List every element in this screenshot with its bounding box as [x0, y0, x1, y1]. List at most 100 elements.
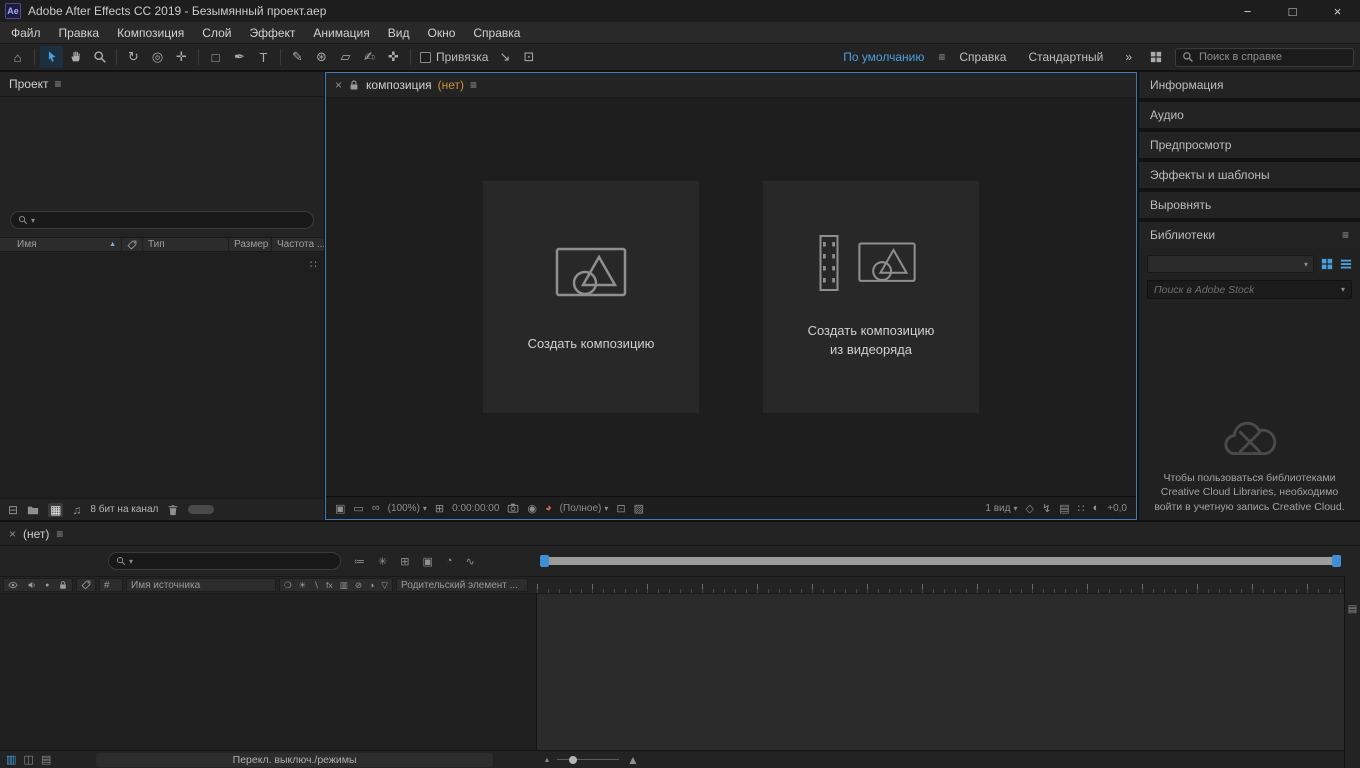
- project-items-list[interactable]: ∷: [0, 252, 324, 498]
- flowchart-button-icon[interactable]: ∷: [1078, 502, 1085, 515]
- project-search-box[interactable]: ▾: [10, 211, 314, 229]
- panel-tab-audio[interactable]: Аудио: [1139, 102, 1360, 128]
- exposure-value[interactable]: +0,0: [1107, 503, 1127, 514]
- workspace-default[interactable]: По умолчанию: [833, 50, 934, 64]
- composition-mini-flowchart-icon[interactable]: ≔: [354, 555, 365, 568]
- snapshot-camera-icon[interactable]: [507, 502, 519, 514]
- view-layout-menu[interactable]: 1 вид▾: [985, 503, 1017, 514]
- menu-window[interactable]: Окно: [418, 22, 464, 43]
- menu-edit[interactable]: Правка: [50, 22, 109, 43]
- new-composition-icon[interactable]: ▦: [48, 503, 63, 517]
- hand-tool[interactable]: [64, 46, 87, 68]
- pixel-aspect-icon[interactable]: ◇: [1026, 502, 1034, 515]
- home-button[interactable]: ⌂: [6, 46, 29, 68]
- effects-switch-icon[interactable]: fx: [326, 580, 333, 590]
- layer-switches-columns[interactable]: ❍ ☀ ∖ fx ▥ ⊘ ◑ ▽: [279, 578, 393, 592]
- project-panel-menu-icon[interactable]: ≡: [55, 77, 62, 91]
- fast-previews-icon[interactable]: ↯: [1042, 502, 1051, 515]
- motion-blur-switch-icon[interactable]: ⊘: [355, 580, 362, 591]
- source-name-column[interactable]: Имя источника: [126, 578, 276, 592]
- avso-columns[interactable]: ●: [3, 578, 73, 592]
- region-of-interest-icon[interactable]: ⊡: [616, 502, 625, 515]
- help-search-box[interactable]: [1175, 48, 1354, 67]
- frame-blend-switch-icon[interactable]: ▥: [340, 580, 348, 591]
- threed-switch-icon[interactable]: ▽: [381, 580, 388, 591]
- speaker-icon[interactable]: [27, 580, 37, 590]
- magnification-menu[interactable]: (100%)▾: [388, 503, 427, 514]
- timeline-panel-menu-icon[interactable]: ≡: [56, 527, 63, 541]
- show-channels-icon[interactable]: ◕: [545, 502, 552, 514]
- expand-switches-pane-icon[interactable]: ▥: [6, 753, 16, 766]
- rotation-tool[interactable]: ↻: [122, 46, 145, 68]
- close-button[interactable]: ×: [1315, 0, 1360, 22]
- navigator-bar[interactable]: [549, 557, 1332, 565]
- zoom-slider-handle[interactable]: [569, 756, 577, 764]
- help-search-input[interactable]: [1199, 51, 1347, 63]
- grid-view-icon[interactable]: [1321, 258, 1333, 270]
- libraries-panel-menu-icon[interactable]: ≡: [1342, 228, 1349, 242]
- resolution-menu[interactable]: (Полное)▾: [560, 503, 609, 514]
- clone-stamp-tool[interactable]: ⊛: [310, 46, 333, 68]
- panel-tab-preview[interactable]: Предпросмотр: [1139, 132, 1360, 158]
- orbit-camera-tool[interactable]: ◎: [146, 46, 169, 68]
- quality-switch-icon[interactable]: ☀: [299, 580, 307, 591]
- adjustment-switch-icon[interactable]: ◑: [369, 580, 374, 590]
- timeline-zoom-slider[interactable]: [557, 759, 619, 760]
- workspace-standard[interactable]: Стандартный: [1018, 50, 1113, 64]
- minimize-button[interactable]: −: [1225, 0, 1270, 22]
- panel-tab-info[interactable]: Информация: [1139, 72, 1360, 98]
- composition-panel-menu-icon[interactable]: ≡: [470, 78, 477, 92]
- roto-brush-tool[interactable]: ✍: [358, 46, 381, 68]
- panel-tab-effects-presets[interactable]: Эффекты и шаблоны: [1139, 162, 1360, 188]
- project-search-input[interactable]: [38, 214, 306, 226]
- track-area[interactable]: [537, 594, 1344, 750]
- motion-blur-icon[interactable]: ◔: [446, 555, 453, 567]
- workspace-switcher-icon[interactable]: [1144, 46, 1167, 68]
- list-view-icon[interactable]: [1340, 258, 1352, 270]
- preview-timecode[interactable]: 0:00:00:00: [452, 503, 499, 514]
- menu-layer[interactable]: Слой: [193, 22, 240, 43]
- zoom-tool[interactable]: [88, 46, 111, 68]
- snapping-toggle[interactable]: Привязка: [420, 50, 488, 64]
- delete-trash-icon[interactable]: [167, 504, 179, 516]
- project-audio-icon[interactable]: ♫: [72, 503, 81, 517]
- navigator-end-handle[interactable]: [1332, 555, 1341, 567]
- frame-blending-icon[interactable]: ▣: [422, 555, 432, 568]
- adobe-stock-search-input[interactable]: [1154, 284, 1337, 296]
- project-flowchart-icon[interactable]: ∷: [310, 258, 317, 271]
- column-size[interactable]: Размер: [229, 238, 272, 251]
- timeline-search-box[interactable]: ▾: [108, 552, 341, 570]
- menu-view[interactable]: Вид: [379, 22, 419, 43]
- layer-number-column[interactable]: #: [99, 578, 123, 592]
- collapse-switch-icon[interactable]: ∖: [313, 580, 318, 591]
- menu-file[interactable]: Файл: [2, 22, 50, 43]
- column-type[interactable]: Тип: [143, 238, 229, 251]
- menu-help[interactable]: Справка: [464, 22, 529, 43]
- main-viewer-icon[interactable]: ▭: [353, 502, 363, 515]
- expand-inout-pane-icon[interactable]: ▤: [41, 753, 51, 766]
- menu-animation[interactable]: Анимация: [304, 22, 378, 43]
- expand-transfer-pane-icon[interactable]: ◫: [23, 753, 33, 766]
- lock-icon[interactable]: [58, 580, 68, 590]
- libraries-dropdown[interactable]: ▾: [1147, 255, 1314, 273]
- pan-behind-tool[interactable]: ✛: [170, 46, 193, 68]
- composition-tab-title[interactable]: композиция: [366, 78, 432, 92]
- column-label-color[interactable]: [122, 238, 143, 251]
- zoom-out-icon[interactable]: ▴: [545, 755, 549, 764]
- new-folder-icon[interactable]: [27, 504, 39, 516]
- workspace-overflow-chevron[interactable]: »: [1115, 50, 1142, 64]
- new-composition-button[interactable]: Создать композицию: [483, 181, 699, 413]
- layer-list-area[interactable]: [0, 594, 537, 750]
- always-preview-icon[interactable]: ▣: [335, 502, 345, 515]
- grid-guides-options-icon[interactable]: ⊞: [435, 502, 444, 515]
- timeline-tab-title[interactable]: (нет): [23, 527, 49, 541]
- shy-switch-icon[interactable]: ❍: [284, 580, 292, 591]
- type-tool[interactable]: Т: [252, 46, 275, 68]
- label-color-column[interactable]: [76, 578, 96, 592]
- timeline-button-icon[interactable]: ▤: [1059, 502, 1069, 515]
- panel-tab-align[interactable]: Выровнять: [1139, 192, 1360, 218]
- workspace-menu-icon[interactable]: ≡: [936, 50, 947, 64]
- time-navigator[interactable]: [540, 555, 1341, 567]
- eye-icon[interactable]: [8, 580, 18, 590]
- exposure-icon[interactable]: ◐: [1093, 502, 1100, 514]
